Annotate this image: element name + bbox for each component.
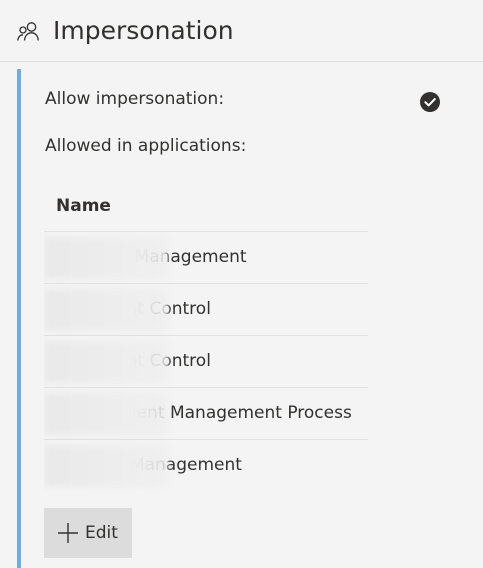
redaction-blur [44,237,168,279]
impersonation-section: Allow impersonation: Allowed in applicat… [17,69,483,568]
edit-button[interactable]: Edit [44,508,132,558]
checkmark-circle-icon [420,92,440,112]
redaction-blur [44,341,168,383]
page-title: Impersonation [53,16,234,45]
column-header-name: Name [44,181,368,232]
redaction-blur [44,445,168,487]
table-row: Incident Management [44,440,368,492]
section-accent-bar [17,69,21,568]
table-row: Environment Management Process [44,388,368,440]
page-header: Impersonation [0,0,483,62]
redaction-blur [44,393,168,435]
redaction-blur [44,289,168,331]
table-row: Contract Management [44,232,368,284]
table-row: Document Control [44,284,368,336]
allowed-in-applications-label: Allowed in applications: [45,136,247,156]
plus-icon [58,523,78,543]
table-body: Contract Management Document Control Doc… [44,232,368,492]
applications-table: Name Contract Management Document Contro… [44,181,368,492]
table-row: Document Control [44,336,368,388]
edit-button-label: Edit [85,523,118,543]
users-icon [17,22,39,41]
allow-impersonation-label: Allow impersonation: [45,89,225,109]
